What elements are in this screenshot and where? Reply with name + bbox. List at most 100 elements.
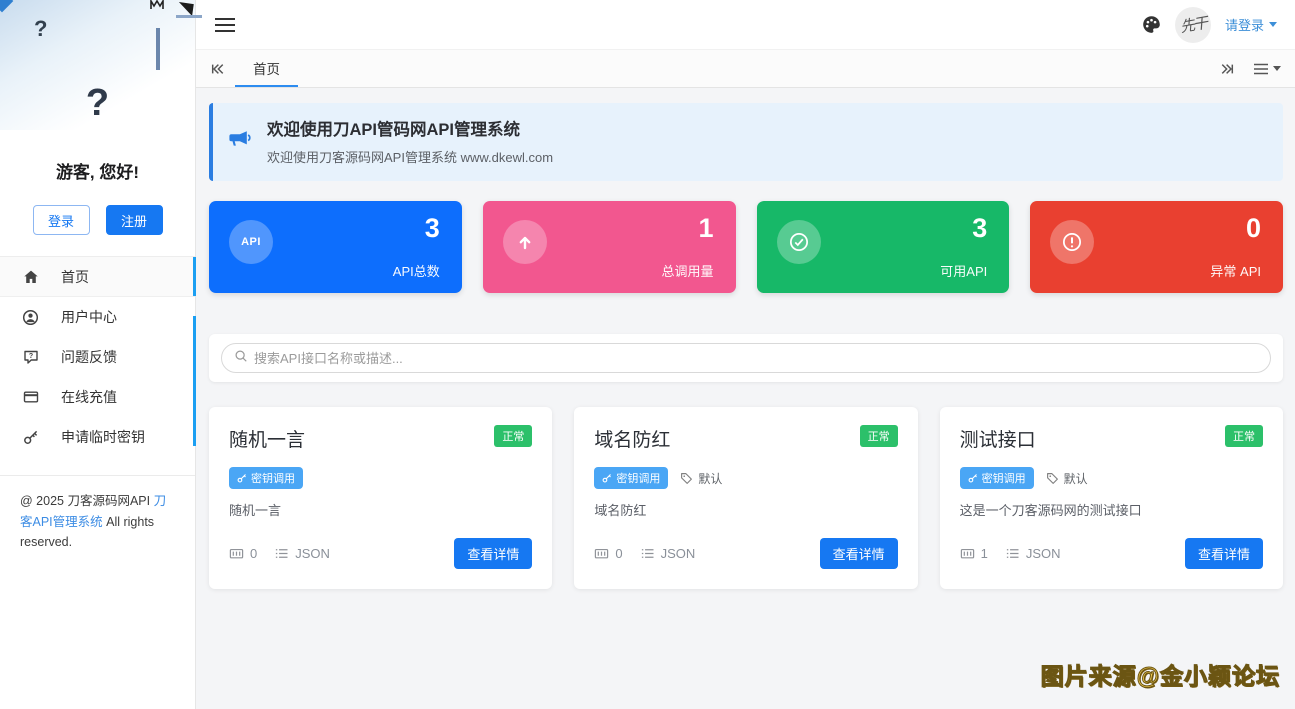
counter-icon xyxy=(229,546,244,561)
stat-card-available-api: 3 可用API xyxy=(757,201,1010,293)
status-badge: 正常 xyxy=(494,425,532,447)
call-count-value: 0 xyxy=(615,546,622,561)
avatar-scribble: 先干 xyxy=(1178,12,1207,37)
stat-value: 3 xyxy=(425,213,440,244)
login-button[interactable]: 登录 xyxy=(33,205,90,235)
format-label: JSON xyxy=(640,546,696,561)
check-circle-icon xyxy=(777,220,821,264)
api-card-title: 随机一言 xyxy=(229,425,305,452)
megaphone-icon xyxy=(227,127,251,156)
sidebar-item-home[interactable]: 首页 xyxy=(0,257,195,297)
list-icon xyxy=(274,546,289,561)
key-icon xyxy=(968,473,978,483)
sidebar-item-temp-key[interactable]: 申请临时密钥 xyxy=(0,417,195,457)
image-source-watermark: 图片来源@金小颖论坛 xyxy=(1041,657,1280,691)
stat-card-error-api: 0 异常 API xyxy=(1030,201,1283,293)
status-badge: 正常 xyxy=(1225,425,1263,447)
copyright: @ 2025 刀客源码网API 刀客API管理系统 All rights res… xyxy=(0,475,195,568)
tab-label: 首页 xyxy=(253,58,280,78)
key-icon xyxy=(602,473,612,483)
search-card xyxy=(209,334,1283,382)
api-card-domain-antired: 域名防红 正常 密钥调用 默认 域名防红 xyxy=(574,407,917,589)
key-icon xyxy=(237,473,247,483)
view-details-button[interactable]: 查看详情 xyxy=(454,538,532,569)
page-content: 欢迎使用刀API管码网API管理系统 欢迎使用刀客源码网API管理系统 www.… xyxy=(196,88,1295,709)
counter-icon xyxy=(960,546,975,561)
stat-card-total-calls: 1 总调用量 xyxy=(483,201,736,293)
tab-list-menu-icon[interactable] xyxy=(1253,63,1281,75)
sidebar-toggle-icon[interactable] xyxy=(214,17,236,33)
sidebar-item-label: 申请临时密钥 xyxy=(61,427,145,447)
navbar-right: 先干 请登录 xyxy=(1142,7,1277,43)
scroll-tabs-right-icon[interactable] xyxy=(1220,62,1235,76)
broken-logo-placeholder: ? xyxy=(34,16,47,42)
caret-down-icon xyxy=(1273,66,1281,71)
copyright-prefix: @ 2025 刀客源码网API xyxy=(20,494,154,508)
stat-label: 总调用量 xyxy=(661,261,713,280)
api-card-list: 随机一言 正常 密钥调用 随机一言 0 xyxy=(209,407,1283,589)
call-count-value: 1 xyxy=(981,546,988,561)
default-tag: 默认 xyxy=(680,470,722,487)
tab-home[interactable]: 首页 xyxy=(235,50,298,87)
api-card-description: 这是一个刀客源码网的测试接口 xyxy=(960,500,1263,519)
key-call-badge: 密钥调用 xyxy=(229,467,303,489)
format-value: JSON xyxy=(295,546,330,561)
alert-circle-icon xyxy=(1050,220,1094,264)
stat-value: 0 xyxy=(1246,213,1261,244)
sidebar-item-user-center[interactable]: 用户中心 xyxy=(0,297,195,337)
sidebar-item-feedback[interactable]: ? 问题反馈 xyxy=(0,337,195,377)
tab-bar: 首页 xyxy=(196,50,1295,88)
cursor-artifact-icon xyxy=(177,2,194,16)
corner-logo-fragment-icon xyxy=(0,0,13,12)
key-icon xyxy=(22,429,39,446)
register-button[interactable]: 注册 xyxy=(106,205,163,235)
user-avatar[interactable]: 先干 xyxy=(1175,7,1211,43)
sidebar-scrollbar-thumb[interactable] xyxy=(193,316,196,446)
view-details-button[interactable]: 查看详情 xyxy=(820,538,898,569)
format-value: JSON xyxy=(661,546,696,561)
format-label: JSON xyxy=(274,546,330,561)
sidebar-item-label: 在线充值 xyxy=(61,387,117,407)
key-call-badge: 密钥调用 xyxy=(594,467,668,489)
call-count: 0 xyxy=(229,546,257,561)
api-card-description: 随机一言 xyxy=(229,500,532,519)
home-icon xyxy=(22,268,39,285)
api-card-random-quote: 随机一言 正常 密钥调用 随机一言 0 xyxy=(209,407,552,589)
scroll-tabs-left-icon[interactable] xyxy=(210,62,225,76)
welcome-banner: 欢迎使用刀API管码网API管理系统 欢迎使用刀客源码网API管理系统 www.… xyxy=(209,103,1283,181)
auth-buttons: 登录 注册 xyxy=(0,205,195,235)
banner-title: 欢迎使用刀API管码网API管理系统 xyxy=(267,116,553,140)
key-call-badge: 密钥调用 xyxy=(960,467,1034,489)
stat-label: 异常 API xyxy=(1210,261,1261,280)
default-tag: 默认 xyxy=(1046,470,1088,487)
guest-greeting: 游客, 您好! xyxy=(0,158,195,183)
theme-palette-icon[interactable] xyxy=(1142,15,1161,34)
stat-card-api-total: API 3 API总数 xyxy=(209,201,462,293)
tab-bar-right xyxy=(1220,62,1281,76)
api-card-title: 测试接口 xyxy=(960,425,1036,452)
broken-avatar-placeholder: ? xyxy=(0,82,195,125)
svg-text:?: ? xyxy=(28,353,32,360)
sidebar-menu: 首页 用户中心 ? 问题反馈 在线充值 xyxy=(0,256,195,457)
login-dropdown[interactable]: 请登录 xyxy=(1225,15,1277,34)
stat-value: 1 xyxy=(698,213,713,244)
search-input[interactable] xyxy=(254,351,1258,366)
decor-line xyxy=(176,15,202,18)
artifact-glyph-icon xyxy=(150,0,164,10)
login-dropdown-label: 请登录 xyxy=(1225,15,1264,34)
api-card-test-interface: 测试接口 正常 密钥调用 默认 这是一个刀客源码网的测试接口 xyxy=(940,407,1283,589)
sidebar-item-recharge[interactable]: 在线充值 xyxy=(0,377,195,417)
main-area: 先干 请登录 首页 xyxy=(196,0,1295,709)
list-icon xyxy=(1005,546,1020,561)
user-icon xyxy=(22,309,39,326)
banner-text: 欢迎使用刀API管码网API管理系统 欢迎使用刀客源码网API管理系统 www.… xyxy=(267,116,553,166)
decor-bar xyxy=(156,28,160,70)
tag-label: 默认 xyxy=(1064,470,1088,487)
feedback-icon: ? xyxy=(22,349,39,366)
key-badge-label: 密钥调用 xyxy=(616,470,660,486)
caret-down-icon xyxy=(1269,22,1277,27)
view-details-button[interactable]: 查看详情 xyxy=(1185,538,1263,569)
stat-label: API总数 xyxy=(393,261,440,280)
app-screen: ? ? 游客, 您好! 登录 注册 首页 用户中心 ? xyxy=(0,0,1295,709)
search-pill xyxy=(221,343,1271,373)
